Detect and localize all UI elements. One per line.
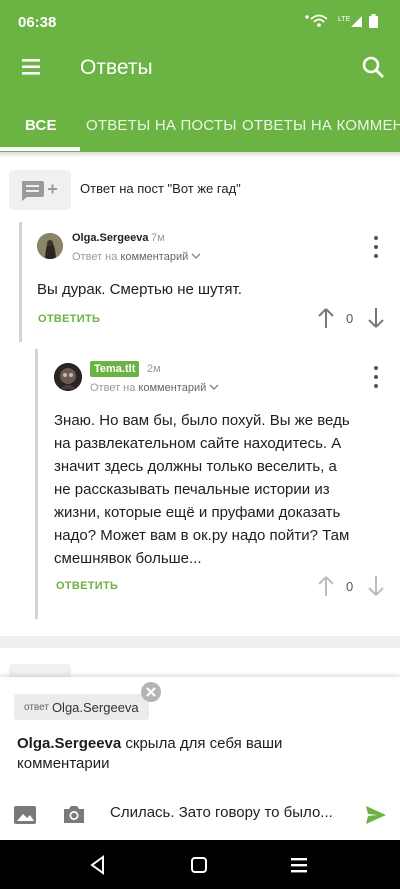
notice-user: Olga.Sergeeva <box>17 735 122 752</box>
reply-chip-name: Olga.Sergeeva <box>51 699 139 715</box>
reply-target: комментарий <box>138 382 207 394</box>
home-icon[interactable] <box>190 856 208 874</box>
reply-target-chip: ответ Olga.Sergeeva <box>14 694 149 720</box>
comment-text-line: жизни, которые ещё и пруфами доказать <box>54 504 341 521</box>
more-options-icon[interactable] <box>371 366 381 388</box>
reply-target: комментарий <box>120 251 189 263</box>
comment-text: Знаю. Но вам бы, было похуй. Вы же ведь … <box>54 409 374 570</box>
message-input[interactable] <box>110 804 350 821</box>
system-nav-bar <box>0 840 400 889</box>
tab-indicator <box>0 147 80 151</box>
search-icon <box>362 56 384 78</box>
post-comment-button[interactable] <box>9 170 71 210</box>
thread-line-nested <box>35 349 38 619</box>
add-comment-icon <box>22 181 57 201</box>
app-bar: 06:38 LTE Ответы ВСЕ ОТВЕТЫ НА ПОСТЫ ОТВ… <box>0 0 400 157</box>
appbar-shadow <box>0 152 400 158</box>
wifi-icon <box>305 14 328 27</box>
downvote-icon[interactable] <box>366 575 386 597</box>
recents-icon[interactable] <box>290 856 308 874</box>
send-icon[interactable] <box>364 804 388 826</box>
menu-button[interactable] <box>14 52 48 82</box>
reply-prefix: Ответ на <box>72 251 118 263</box>
post-title[interactable]: Ответ на пост "Вот же гад" <box>80 181 241 196</box>
reply-button[interactable]: ОТВЕТИТЬ <box>38 313 100 325</box>
comment-text-line: не рассказывать печальные истории из <box>54 481 330 498</box>
reply-meta[interactable]: Ответ на комментарий <box>72 251 201 263</box>
back-icon[interactable] <box>89 855 107 875</box>
tab-comment-replies[interactable]: ОТВЕТЫ НА КОММЕНТАРИИ <box>242 117 400 134</box>
page-title: Ответы <box>80 56 153 79</box>
gallery-icon[interactable] <box>13 804 37 826</box>
comment-author[interactable]: Olga.Sergeeva <box>72 232 148 244</box>
close-icon <box>146 687 156 697</box>
upvote-icon[interactable] <box>316 307 336 329</box>
comment-text-line: смешнявок больше... <box>54 550 202 567</box>
comment-text-line: на развлекательном сайте находитесь. А <box>54 435 342 452</box>
tab-bar: ВСЕ ОТВЕТЫ НА ПОСТЫ ОТВЕТЫ НА КОММЕНТАРИ… <box>0 108 400 152</box>
status-bar: 06:38 LTE <box>0 0 400 44</box>
comment-text-line: Знаю. Но вам бы, было похуй. Вы же ведь <box>54 412 350 429</box>
comment-time: 7м <box>151 232 165 244</box>
feed-separator <box>0 636 400 648</box>
vote-score: 0 <box>346 311 354 326</box>
comment-text: Вы дурак. Смертью не шутят. <box>37 281 242 298</box>
more-options-icon[interactable] <box>371 236 381 258</box>
chevron-down-icon <box>191 253 201 259</box>
vote-score: 0 <box>346 579 354 594</box>
avatar[interactable] <box>37 233 63 259</box>
reply-meta[interactable]: Ответ на комментарий <box>90 382 219 394</box>
comment-text-line: надо? Может вам в ок.ру надо пойти? Там <box>54 527 350 544</box>
search-button[interactable] <box>358 52 388 82</box>
reply-button[interactable]: ОТВЕТИТЬ <box>56 580 118 592</box>
tab-all[interactable]: ВСЕ <box>25 117 57 134</box>
downvote-icon[interactable] <box>366 307 386 329</box>
comment-time: 2м <box>147 363 161 375</box>
svg-text:LTE: LTE <box>338 16 351 23</box>
chevron-down-icon <box>209 384 219 390</box>
camera-icon[interactable] <box>62 803 86 825</box>
thread-line <box>19 222 22 342</box>
comment-author[interactable]: Tema.tlt <box>90 361 140 377</box>
status-icons: LTE <box>305 14 378 28</box>
lte-signal-icon: LTE <box>338 16 362 27</box>
avatar-image <box>37 233 63 259</box>
tab-post-replies[interactable]: ОТВЕТЫ НА ПОСТЫ <box>86 117 237 134</box>
close-reply-button[interactable] <box>141 682 161 702</box>
battery-icon <box>369 14 378 28</box>
avatar-image <box>54 363 82 391</box>
comment-text-line: значит здесь должны только веселить, а <box>54 458 337 475</box>
status-time: 06:38 <box>18 14 57 31</box>
reply-prefix: Ответ на <box>90 382 136 394</box>
composer <box>0 795 400 835</box>
avatar[interactable] <box>54 363 82 391</box>
upvote-icon[interactable] <box>316 575 336 597</box>
hidden-comments-notice: Olga.Sergeeva скрыла для себя ваши комме… <box>17 734 317 774</box>
menu-icon <box>22 59 40 75</box>
reply-chip-prefix: ответ <box>24 701 49 713</box>
